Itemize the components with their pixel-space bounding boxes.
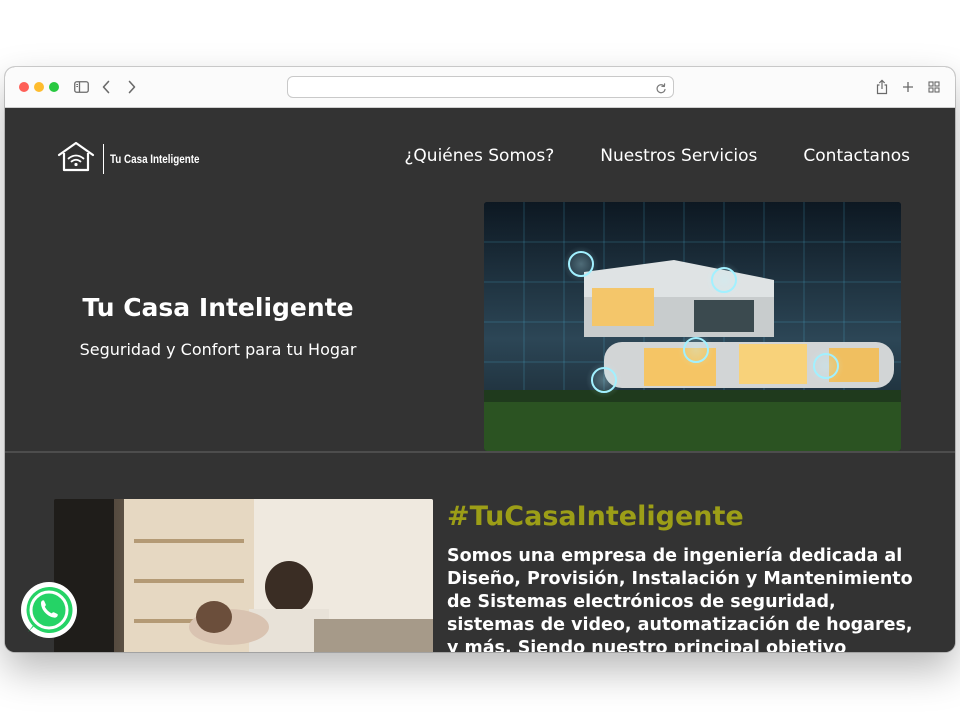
nav-link-contactanos[interactable]: Contactanos [803, 146, 910, 166]
about-hashtag: #TuCasaInteligente [447, 501, 744, 532]
browser-window: Tu Casa Inteligente ¿Quiénes Somos? Nues… [5, 67, 955, 652]
nav-link-quienes-somos[interactable]: ¿Quiénes Somos? [404, 146, 554, 166]
hero-title: Tu Casa Inteligente [82, 293, 354, 322]
share-icon[interactable] [873, 78, 891, 96]
forward-icon[interactable] [123, 78, 141, 96]
back-icon[interactable] [97, 78, 115, 96]
whatsapp-icon [21, 582, 77, 638]
zoom-window-button[interactable] [49, 82, 59, 92]
close-window-button[interactable] [19, 82, 29, 92]
hero-image [484, 202, 901, 451]
section-divider [5, 451, 955, 453]
sidebar-icon[interactable] [72, 78, 90, 96]
whatsapp-button[interactable] [20, 581, 78, 639]
hero-subtitle: Seguridad y Confort para tu Hogar [79, 340, 357, 359]
browser-toolbar [5, 67, 955, 108]
house-wifi-icon [57, 141, 95, 177]
new-tab-icon[interactable] [899, 78, 917, 96]
main-nav: ¿Quiénes Somos? Nuestros Servicios Conta… [404, 146, 910, 166]
reload-icon[interactable] [655, 80, 667, 99]
logo-text: Tu Casa Inteligente [110, 152, 200, 166]
address-bar[interactable] [287, 76, 674, 98]
minimize-window-button[interactable] [34, 82, 44, 92]
logo-divider [103, 144, 104, 174]
nav-link-nuestros-servicios[interactable]: Nuestros Servicios [600, 146, 757, 166]
about-text: Somos una empresa de ingeniería dedicada… [447, 546, 913, 652]
family-photo [54, 499, 433, 652]
site-logo[interactable]: Tu Casa Inteligente [57, 141, 219, 177]
tab-overview-icon[interactable] [925, 78, 943, 96]
website-viewport: Tu Casa Inteligente ¿Quiénes Somos? Nues… [5, 108, 955, 652]
